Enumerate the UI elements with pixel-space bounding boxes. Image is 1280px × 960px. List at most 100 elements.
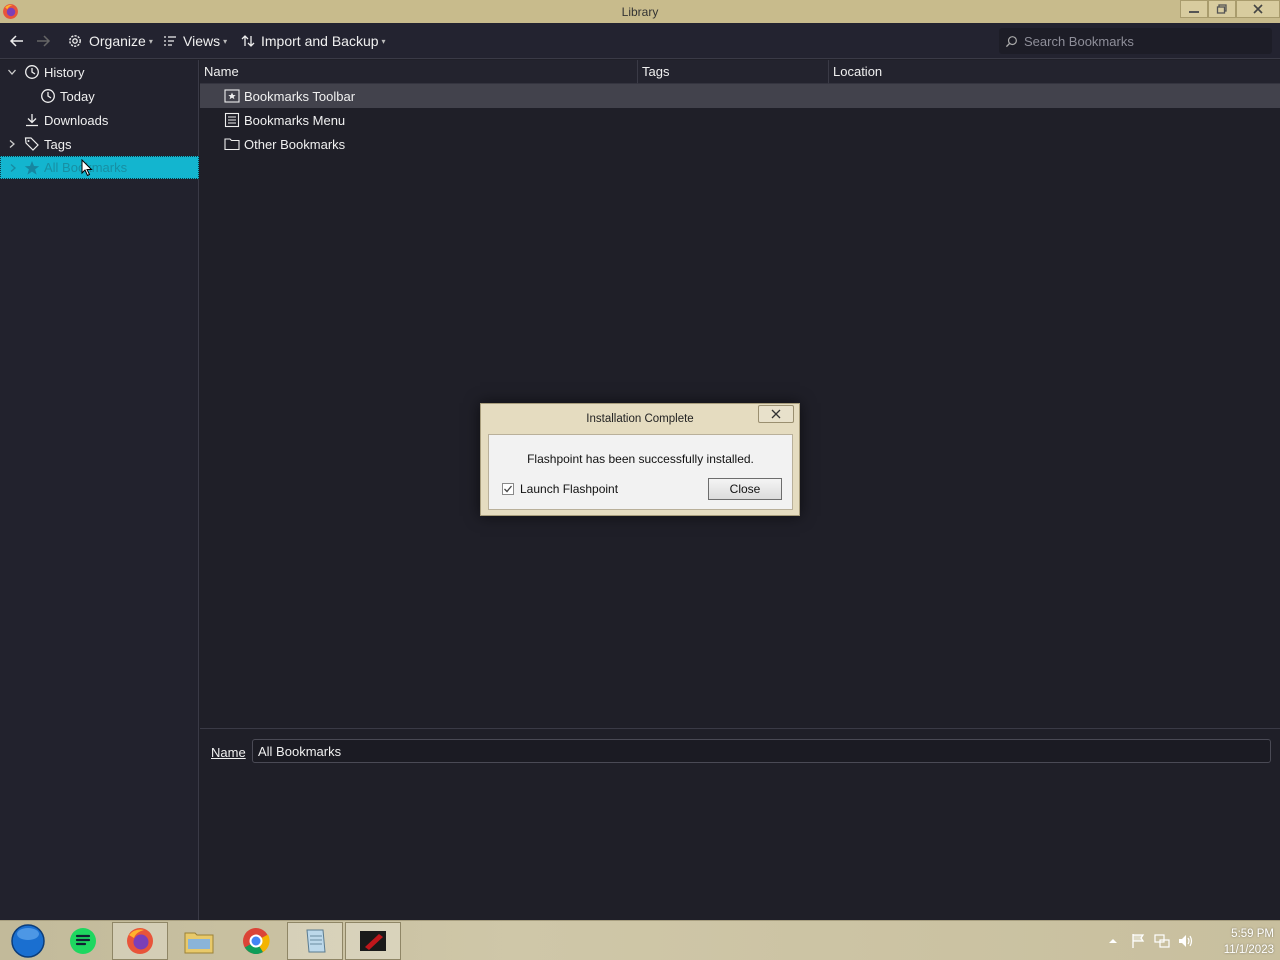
taskbar-chrome[interactable] [228, 922, 284, 960]
system-tray [1106, 921, 1195, 960]
gear-icon [69, 35, 81, 47]
organize-menu-button[interactable]: Organize ▾ [67, 23, 153, 59]
column-header-location[interactable]: Location [829, 60, 1280, 84]
search-placeholder: Search Bookmarks [1024, 33, 1134, 49]
import-backup-menu-button[interactable]: Import and Backup ▾ [241, 23, 386, 59]
taskbar-flashpoint[interactable] [345, 922, 401, 960]
sidebar-item-label: History [44, 64, 85, 80]
bookmarks-menu-icon [224, 112, 240, 128]
taskbar-notes-app[interactable] [55, 922, 111, 960]
sort-arrows-icon [241, 35, 255, 47]
taskbar-file-explorer[interactable] [171, 922, 227, 960]
list-item-name: Other Bookmarks [244, 136, 346, 152]
forward-button[interactable] [35, 23, 51, 59]
sidebar-item-today[interactable]: Today [0, 84, 199, 108]
sidebar-item-label: Today [60, 88, 95, 104]
import-backup-label: Import and Backup [261, 33, 379, 49]
name-field-label-text: Name [211, 745, 246, 760]
sidebar-item-downloads[interactable]: Downloads [0, 108, 199, 132]
bookmarks-toolbar-icon [224, 89, 240, 103]
volume-icon[interactable] [1177, 932, 1195, 950]
list-view-icon [164, 36, 176, 46]
column-header-label: Tags [642, 64, 670, 79]
firefox-icon [127, 928, 153, 954]
action-center-flag-icon[interactable] [1130, 932, 1148, 950]
back-button[interactable] [9, 23, 25, 59]
notes-app-icon [70, 928, 96, 954]
name-field-value: All Bookmarks [258, 743, 342, 759]
chevron-right-icon[interactable] [6, 138, 18, 150]
dialog-close-button-label: Close [729, 482, 761, 496]
column-header-name[interactable]: Name [200, 60, 638, 84]
sidebar-tree: History Today Downloads Tags All Bookmar… [0, 60, 199, 920]
sidebar-item-label: Tags [44, 136, 72, 152]
dialog-close-x-button[interactable] [758, 405, 794, 423]
back-arrow-icon [9, 35, 23, 47]
taskbar: 5:59 PM 11/1/2023 [0, 920, 1280, 960]
chevron-right-icon[interactable] [7, 162, 19, 174]
chevron-down-icon: ▾ [148, 36, 153, 46]
start-button[interactable] [0, 922, 56, 960]
bookmark-list: Name Tags Location Bookmarks Toolbar Boo… [200, 60, 1280, 728]
sidebar-item-tags[interactable]: Tags [0, 132, 199, 156]
chevron-down-icon[interactable] [6, 66, 18, 78]
close-icon [1253, 4, 1263, 14]
close-icon [771, 409, 781, 419]
name-field-input[interactable]: All Bookmarks [252, 739, 1271, 763]
search-bookmarks-input[interactable]: Search Bookmarks [999, 28, 1272, 54]
tag-icon [24, 137, 39, 151]
star-icon [24, 160, 40, 175]
forward-arrow-icon [37, 35, 51, 47]
search-icon [1005, 35, 1017, 47]
dialog-body: Flashpoint has been successfully install… [488, 434, 793, 510]
organize-label: Organize [89, 33, 146, 49]
close-window-button[interactable] [1236, 0, 1280, 18]
column-header-label: Name [204, 64, 239, 79]
taskbar-clock[interactable]: 5:59 PM 11/1/2023 [1204, 926, 1274, 958]
start-orb-icon [11, 924, 45, 958]
network-icon[interactable] [1153, 932, 1171, 950]
launch-flashpoint-label[interactable]: Launch Flashpoint [520, 482, 618, 496]
details-pane: Name All Bookmarks [200, 728, 1280, 920]
clock-icon [41, 89, 55, 103]
dialog-close-button[interactable]: Close [708, 478, 782, 500]
restore-icon [1216, 4, 1227, 14]
sidebar-item-history[interactable]: History [0, 60, 199, 84]
views-label: Views [183, 33, 221, 49]
dialog-message: Flashpoint has been successfully install… [527, 452, 754, 466]
name-field-label: Name [211, 745, 246, 760]
sidebar-item-all-bookmarks[interactable]: All Bookmarks [0, 156, 199, 179]
list-item-other-bookmarks[interactable]: Other Bookmarks [200, 132, 1280, 156]
window-controls [1180, 0, 1280, 18]
flashpoint-icon [360, 931, 386, 951]
views-menu-button[interactable]: Views ▾ [163, 23, 227, 59]
minimize-button[interactable] [1180, 0, 1208, 18]
chevron-down-icon: ▾ [223, 36, 228, 46]
list-item-bookmarks-toolbar[interactable]: Bookmarks Toolbar [200, 84, 1280, 108]
folder-icon [224, 138, 240, 151]
list-item-name: Bookmarks Menu [244, 112, 346, 128]
column-header-label: Location [833, 64, 883, 79]
taskbar-firefox[interactable] [112, 922, 168, 960]
notepad-icon [306, 929, 326, 953]
installation-complete-dialog: Installation Complete Flashpoint has bee… [480, 403, 800, 516]
checkmark-icon [504, 485, 513, 493]
chevron-down-icon: ▾ [381, 36, 386, 46]
list-item-name: Bookmarks Toolbar [244, 88, 356, 104]
show-hidden-icons-icon[interactable] [1106, 934, 1120, 948]
mouse-cursor-icon [81, 159, 93, 177]
clock-icon [25, 65, 39, 79]
window-title: Library [621, 5, 659, 19]
restore-button[interactable] [1208, 0, 1236, 18]
taskbar-notepad[interactable] [287, 922, 343, 960]
window-titlebar: Library [0, 0, 1280, 23]
dialog-title: Installation Complete [586, 413, 694, 425]
file-explorer-icon [184, 932, 214, 954]
list-item-bookmarks-menu[interactable]: Bookmarks Menu [200, 108, 1280, 132]
clock-time: 5:59 PM [1231, 928, 1274, 940]
launch-flashpoint-checkbox[interactable] [502, 483, 514, 495]
clock-date: 11/1/2023 [1223, 944, 1274, 956]
column-header-tags[interactable]: Tags [638, 60, 829, 84]
chrome-icon [243, 928, 270, 955]
minimize-icon [1189, 11, 1199, 13]
